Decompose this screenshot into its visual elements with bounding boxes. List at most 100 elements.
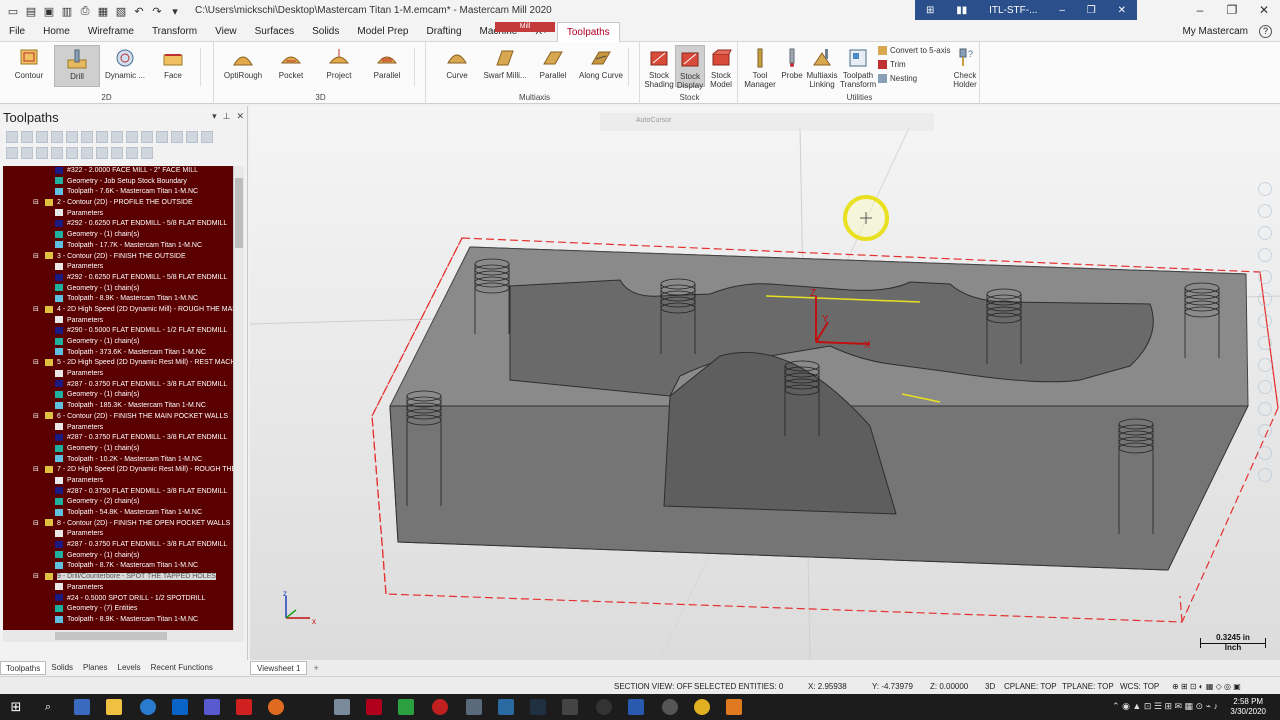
swarf-milling-button[interactable]: Swarf Milli... [482, 45, 528, 87]
lock-icon[interactable] [156, 131, 168, 143]
spreadsheet-icon[interactable] [398, 699, 414, 715]
show-associated-icon[interactable] [111, 147, 123, 159]
tree-item[interactable]: Toolpath - 8.7K - Mastercam Titan 1-M.NC [3, 561, 233, 572]
tree-item[interactable]: ⊟ 5 - 2D High Speed (2D Dynamic Rest Mill… [3, 358, 233, 369]
select-dirty-icon[interactable] [21, 131, 33, 143]
tab-wireframe[interactable]: Wireframe [79, 22, 143, 42]
windows-start-icon[interactable]: ⊞ [8, 699, 24, 715]
toggle-display-icon[interactable] [171, 131, 183, 143]
z-coordinate[interactable]: Z: 0.00000 [930, 682, 968, 691]
tree-item[interactable]: Toolpath - 54.8K - Mastercam Titan 1-M.N… [3, 508, 233, 519]
ribbon-gallery-scroll[interactable] [414, 48, 422, 86]
stock-model-button[interactable]: Stock Model [706, 45, 736, 89]
insert-arrow-icon[interactable] [66, 147, 78, 159]
y-coordinate[interactable]: Y: -4.73979 [872, 682, 913, 691]
tree-item[interactable]: ⊟ 6 - Contour (2D) - FINISH THE MAIN POCK… [3, 412, 233, 423]
ribbon-gallery-scroll[interactable] [628, 48, 636, 86]
collapse-icon[interactable] [21, 147, 33, 159]
tab-viewsheet-1[interactable]: Viewsheet 1 [250, 661, 308, 675]
tab-solids[interactable]: Solids [303, 22, 348, 42]
tab-solids-manager[interactable]: Solids [46, 661, 78, 675]
dynamic-mill-button[interactable]: Dynamic ... [102, 45, 148, 87]
verify-icon[interactable] [81, 131, 93, 143]
graphics-viewport[interactable]: X Z Y x z AutoCursor 0.3245 in Inch [250, 106, 1280, 660]
wireframe-icon[interactable] [1258, 358, 1272, 372]
scroll-insert-icon[interactable] [81, 147, 93, 159]
expand-toggle-icon[interactable]: ⊟ [33, 305, 39, 316]
multiaxis-linking-button[interactable]: Multiaxis Linking [804, 45, 840, 89]
tree-item[interactable]: Parameters [3, 209, 233, 220]
tree-item[interactable]: Parameters [3, 423, 233, 434]
app-icon[interactable] [334, 699, 350, 715]
add-viewsheet-button[interactable]: + [307, 663, 324, 673]
optirough-button[interactable]: OptiRough [220, 45, 266, 87]
scroll-thumb[interactable] [55, 632, 167, 640]
open-folder-icon[interactable]: ▤ [24, 4, 38, 18]
tree-item[interactable]: #322 - 2.0000 FACE MILL - 2" FACE MILL [3, 166, 233, 177]
tree-horizontal-scrollbar[interactable] [3, 630, 244, 642]
along-curve-button[interactable]: Along Curve [578, 45, 624, 87]
tree-item[interactable]: Geometry - (2) chain(s) [3, 497, 233, 508]
repaint-icon[interactable] [1258, 424, 1272, 438]
regenerate-selected-icon[interactable] [36, 131, 48, 143]
tree-item[interactable]: ⊟ 9 - Drill/Counterbore - SPOT THE TAPPED… [3, 572, 233, 583]
top-view-icon[interactable] [1258, 270, 1272, 284]
mastercam-icon[interactable] [366, 699, 382, 715]
my-mastercam-link[interactable]: My Mastercam [1182, 26, 1248, 37]
check-holder-button[interactable]: ? Check Holder [948, 45, 982, 89]
tab-toolpaths-manager[interactable]: Toolpaths [0, 661, 47, 675]
tree-item[interactable]: ⊟ 2 - Contour (2D) - PROFILE THE OUTSIDE [3, 198, 233, 209]
project-button[interactable]: Project [316, 45, 362, 87]
front-view-icon[interactable] [1258, 292, 1272, 306]
show-toolpath-icon[interactable] [126, 147, 138, 159]
chrome-icon[interactable] [694, 699, 710, 715]
expand-toggle-icon[interactable]: ⊟ [33, 412, 39, 423]
autocursor-toolbar[interactable]: AutoCursor [600, 113, 934, 131]
system-tray[interactable]: ⌃ ◉ ▲ ⊡ ☰ ⊞ ✉ ▦ ⊙ ⌁ ♪ [1112, 701, 1218, 712]
calculator-icon[interactable] [466, 699, 482, 715]
word-icon[interactable] [628, 699, 644, 715]
tree-item[interactable]: Parameters [3, 262, 233, 273]
tplane-status[interactable]: TPLANE: TOP [1062, 682, 1114, 691]
ribbon-gallery-scroll[interactable] [200, 48, 208, 86]
convert-to-5-axis-button[interactable]: Convert to 5-axis [878, 46, 950, 55]
media-player-icon[interactable] [662, 699, 678, 715]
tree-item[interactable]: ⊟ 3 - Contour (2D) - FINISH THE OUTSIDE [3, 252, 233, 263]
search-icon[interactable]: ⌕ [40, 699, 56, 715]
tree-item[interactable]: Parameters [3, 476, 233, 487]
show-geometry-icon[interactable] [141, 147, 153, 159]
iso-view-icon[interactable] [1258, 248, 1272, 262]
expand-toggle-icon[interactable]: ⊟ [33, 358, 39, 369]
move-down-icon[interactable] [36, 147, 48, 159]
simulate-icon[interactable] [96, 131, 108, 143]
tree-item[interactable]: #287 - 0.3750 FLAT ENDMILL - 3/8 FLAT EN… [3, 540, 233, 551]
print-preview-icon[interactable]: ▦ [96, 4, 110, 18]
shading-icon[interactable] [1258, 336, 1272, 350]
remote-restore-icon[interactable]: ❐ [1087, 5, 1096, 16]
calc-icon[interactable] [562, 699, 578, 715]
novo-icon[interactable] [530, 699, 546, 715]
high-feed-icon[interactable] [126, 131, 138, 143]
notepad-icon[interactable] [498, 699, 514, 715]
tab-recent-functions[interactable]: Recent Functions [146, 661, 218, 675]
tree-item[interactable]: ⊟ 8 - Contour (2D) - FINISH THE OPEN POCK… [3, 519, 233, 530]
tree-item[interactable]: ⊟ 7 - 2D High Speed (2D Dynamic Rest Mill… [3, 465, 233, 476]
face-button[interactable]: Face [150, 45, 196, 87]
tab-drafting[interactable]: Drafting [418, 22, 471, 42]
contour-button[interactable]: Contour [6, 45, 52, 87]
expand-toggle-icon[interactable]: ⊟ [33, 198, 39, 209]
customize-qat-icon[interactable]: ▾ [168, 4, 182, 18]
print-icon[interactable]: ⎙ [78, 4, 92, 18]
remote-close-icon[interactable]: ✕ [1118, 5, 1126, 16]
tree-item[interactable]: Parameters [3, 369, 233, 380]
tree-item[interactable]: Geometry - (1) chain(s) [3, 284, 233, 295]
tab-toolpaths[interactable]: Toolpaths [556, 21, 620, 42]
tree-item[interactable]: Parameters [3, 583, 233, 594]
expand-toggle-icon[interactable]: ⊟ [33, 465, 39, 476]
save-icon[interactable]: ▣ [42, 4, 56, 18]
fit-icon[interactable] [1258, 226, 1272, 240]
panel-menu-icon[interactable]: ▾ [212, 111, 217, 122]
tab-levels-manager[interactable]: Levels [113, 661, 146, 675]
expand-toggle-icon[interactable]: ⊟ [33, 519, 39, 530]
select-all-icon[interactable] [6, 131, 18, 143]
